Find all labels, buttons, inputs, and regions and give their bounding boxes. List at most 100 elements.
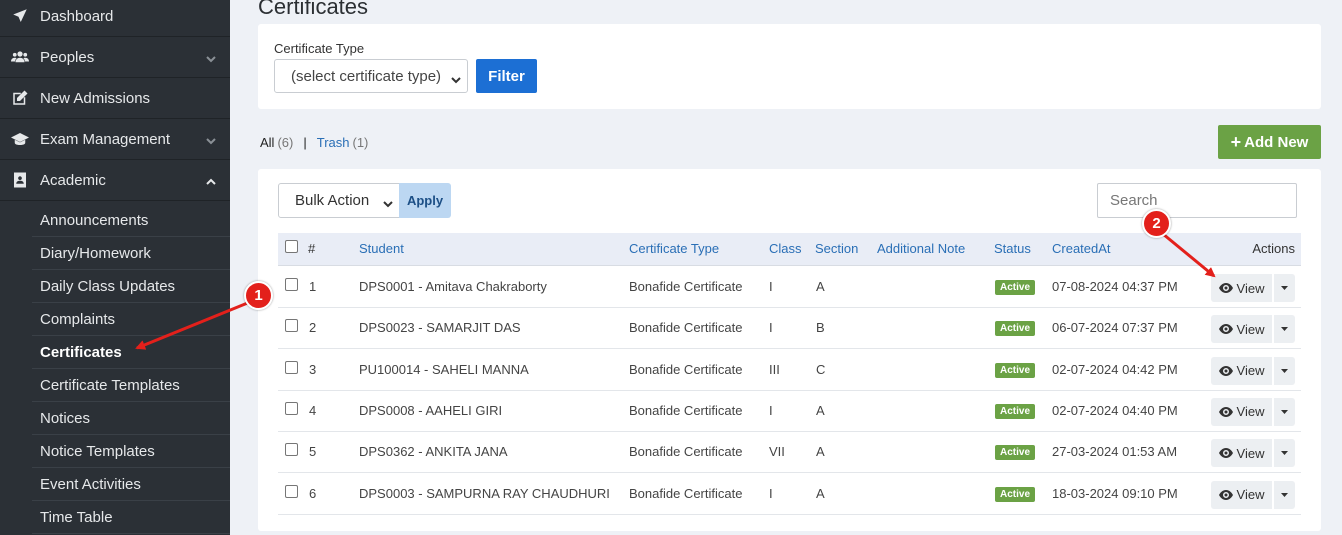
row-checkbox[interactable] [285, 319, 298, 333]
row-checkbox[interactable] [285, 484, 298, 498]
sidebar-subitem-announcements[interactable]: Announcements [0, 204, 230, 237]
table-row: 2 DPS0023 - SAMARJIT DAS Bonafide Certific… [278, 308, 1301, 350]
eye-icon [1218, 324, 1233, 335]
sidebar-subitem-diary-homework[interactable]: Diary/Homework [0, 237, 230, 270]
row-class: III [769, 361, 780, 377]
edit-icon [10, 88, 30, 108]
select-all-checkbox[interactable] [285, 240, 298, 253]
row-section: A [816, 279, 825, 294]
eye-icon [1218, 365, 1233, 376]
column-header-status[interactable]: Status [994, 233, 1031, 266]
row-checkbox[interactable] [285, 401, 298, 415]
filter-button[interactable]: Filter [476, 59, 537, 93]
view-dropdown-toggle[interactable] [1274, 274, 1295, 302]
sidebar: Dashboard Peoples New Admissions Exam Ma… [0, 0, 230, 535]
row-class: I [769, 485, 773, 501]
status-badge: Active [995, 403, 1036, 419]
row-student: DPS0001 - Amitava Chakraborty [359, 279, 547, 294]
users-icon [10, 47, 30, 67]
view-button-label: View [1236, 404, 1265, 420]
graduation-cap-icon [10, 129, 30, 149]
chevron-down-icon [206, 133, 216, 145]
row-certificate-type: Bonafide Certificate [629, 320, 743, 336]
add-new-label: Add New [1244, 133, 1309, 151]
sidebar-subitem-daily-class-updates[interactable]: Daily Class Updates [0, 270, 230, 303]
bulk-action-select[interactable]: Bulk Action [278, 183, 400, 218]
tab-separator: | [303, 135, 307, 150]
row-checkbox[interactable] [285, 443, 298, 457]
sidebar-subitem-certificate-templates[interactable]: Certificate Templates [0, 369, 230, 402]
address-book-icon [10, 170, 30, 190]
table-row: 6 DPS0003 - SAMPURNA RAY CHAUDHURI Bonafid… [278, 474, 1301, 515]
status-badge: Active [995, 486, 1036, 502]
tab-all[interactable]: All [260, 135, 274, 150]
view-button-label: View [1236, 363, 1265, 379]
sidebar-subitem-time-table[interactable]: Time Table [0, 501, 230, 534]
view-button[interactable]: View [1211, 315, 1272, 344]
row-certificate-type: Bonafide Certificate [629, 402, 743, 418]
table-row: 1 DPS0001 - Amitava Chakraborty Bonafide C… [278, 267, 1301, 308]
annotation-marker-1: 1 [244, 281, 273, 310]
search-input[interactable] [1097, 183, 1297, 218]
column-header-class[interactable]: Class [769, 233, 802, 266]
tab-trash[interactable]: Trash [317, 135, 350, 150]
sidebar-item-new-admissions[interactable]: New Admissions [0, 78, 230, 119]
sidebar-subitem-notices[interactable]: Notices [0, 402, 230, 435]
row-number: 5 [309, 444, 317, 460]
sidebar-subitem-notice-templates[interactable]: Notice Templates [0, 435, 230, 468]
eye-icon [1218, 489, 1233, 500]
caret-down-icon [1281, 368, 1288, 373]
sidebar-item-peoples[interactable]: Peoples [0, 37, 230, 78]
row-class: VII [769, 444, 785, 460]
view-button[interactable]: View [1211, 439, 1272, 468]
plus-icon: + [1230, 131, 1242, 152]
sidebar-item-academic[interactable]: Academic [0, 160, 230, 201]
caret-down-icon [1281, 409, 1288, 414]
view-dropdown-toggle[interactable] [1274, 439, 1295, 468]
annotation-marker-2: 2 [1142, 209, 1171, 238]
column-header-student[interactable]: Student [359, 233, 404, 266]
view-dropdown-toggle[interactable] [1274, 356, 1295, 385]
row-class: I [769, 320, 773, 336]
view-button[interactable]: View [1211, 274, 1272, 302]
column-header-additional-note[interactable]: Additional Note [877, 233, 965, 266]
sidebar-subitem-event-activities[interactable]: Event Activities [0, 468, 230, 501]
add-new-button[interactable]: + Add New [1218, 125, 1321, 159]
view-button-label: View [1236, 321, 1265, 337]
tab-all-count: (6) [277, 135, 294, 150]
status-badge: Active [995, 280, 1036, 295]
view-button-label: View [1236, 445, 1265, 461]
view-button[interactable]: View [1211, 397, 1272, 426]
chevron-up-icon [206, 174, 216, 185]
apply-button[interactable]: Apply [399, 183, 451, 218]
row-section: A [816, 444, 825, 460]
sidebar-item-dashboard[interactable]: Dashboard [0, 0, 230, 37]
row-created-at: 18-03-2024 09:10 PM [1052, 485, 1178, 501]
eye-icon [1218, 448, 1233, 459]
row-class: I [769, 402, 773, 418]
row-section: A [816, 402, 825, 418]
row-student: DPS0003 - SAMPURNA RAY CHAUDHURI [359, 485, 610, 501]
row-checkbox[interactable] [285, 278, 298, 291]
column-header-section[interactable]: Section [815, 233, 858, 266]
view-button[interactable]: View [1211, 480, 1272, 509]
sidebar-item-exam-management[interactable]: Exam Management [0, 119, 230, 160]
view-button[interactable]: View [1211, 356, 1272, 385]
table-row: 4 DPS0008 - AAHELI GIRI Bonafide Certifica… [278, 391, 1301, 432]
row-certificate-type: Bonafide Certificate [629, 485, 743, 501]
column-header-created-at[interactable]: CreatedAt [1052, 233, 1111, 266]
sidebar-subitem-complaints[interactable]: Complaints [0, 303, 230, 336]
column-header-certificate-type[interactable]: Certificate Type [629, 233, 719, 266]
column-header-number: # [308, 241, 316, 256]
sidebar-subitem-certificates[interactable]: Certificates [0, 336, 230, 369]
view-dropdown-toggle[interactable] [1274, 397, 1295, 426]
row-section: B [816, 320, 825, 336]
row-section: A [816, 485, 825, 501]
row-checkbox[interactable] [285, 360, 298, 374]
view-button-label: View [1236, 280, 1265, 296]
view-dropdown-toggle[interactable] [1274, 480, 1295, 509]
page-title: Certificates [258, 0, 369, 19]
view-dropdown-toggle[interactable] [1274, 315, 1295, 344]
row-class: I [769, 279, 773, 294]
certificate-type-select[interactable]: (select certificate type) [274, 59, 468, 93]
